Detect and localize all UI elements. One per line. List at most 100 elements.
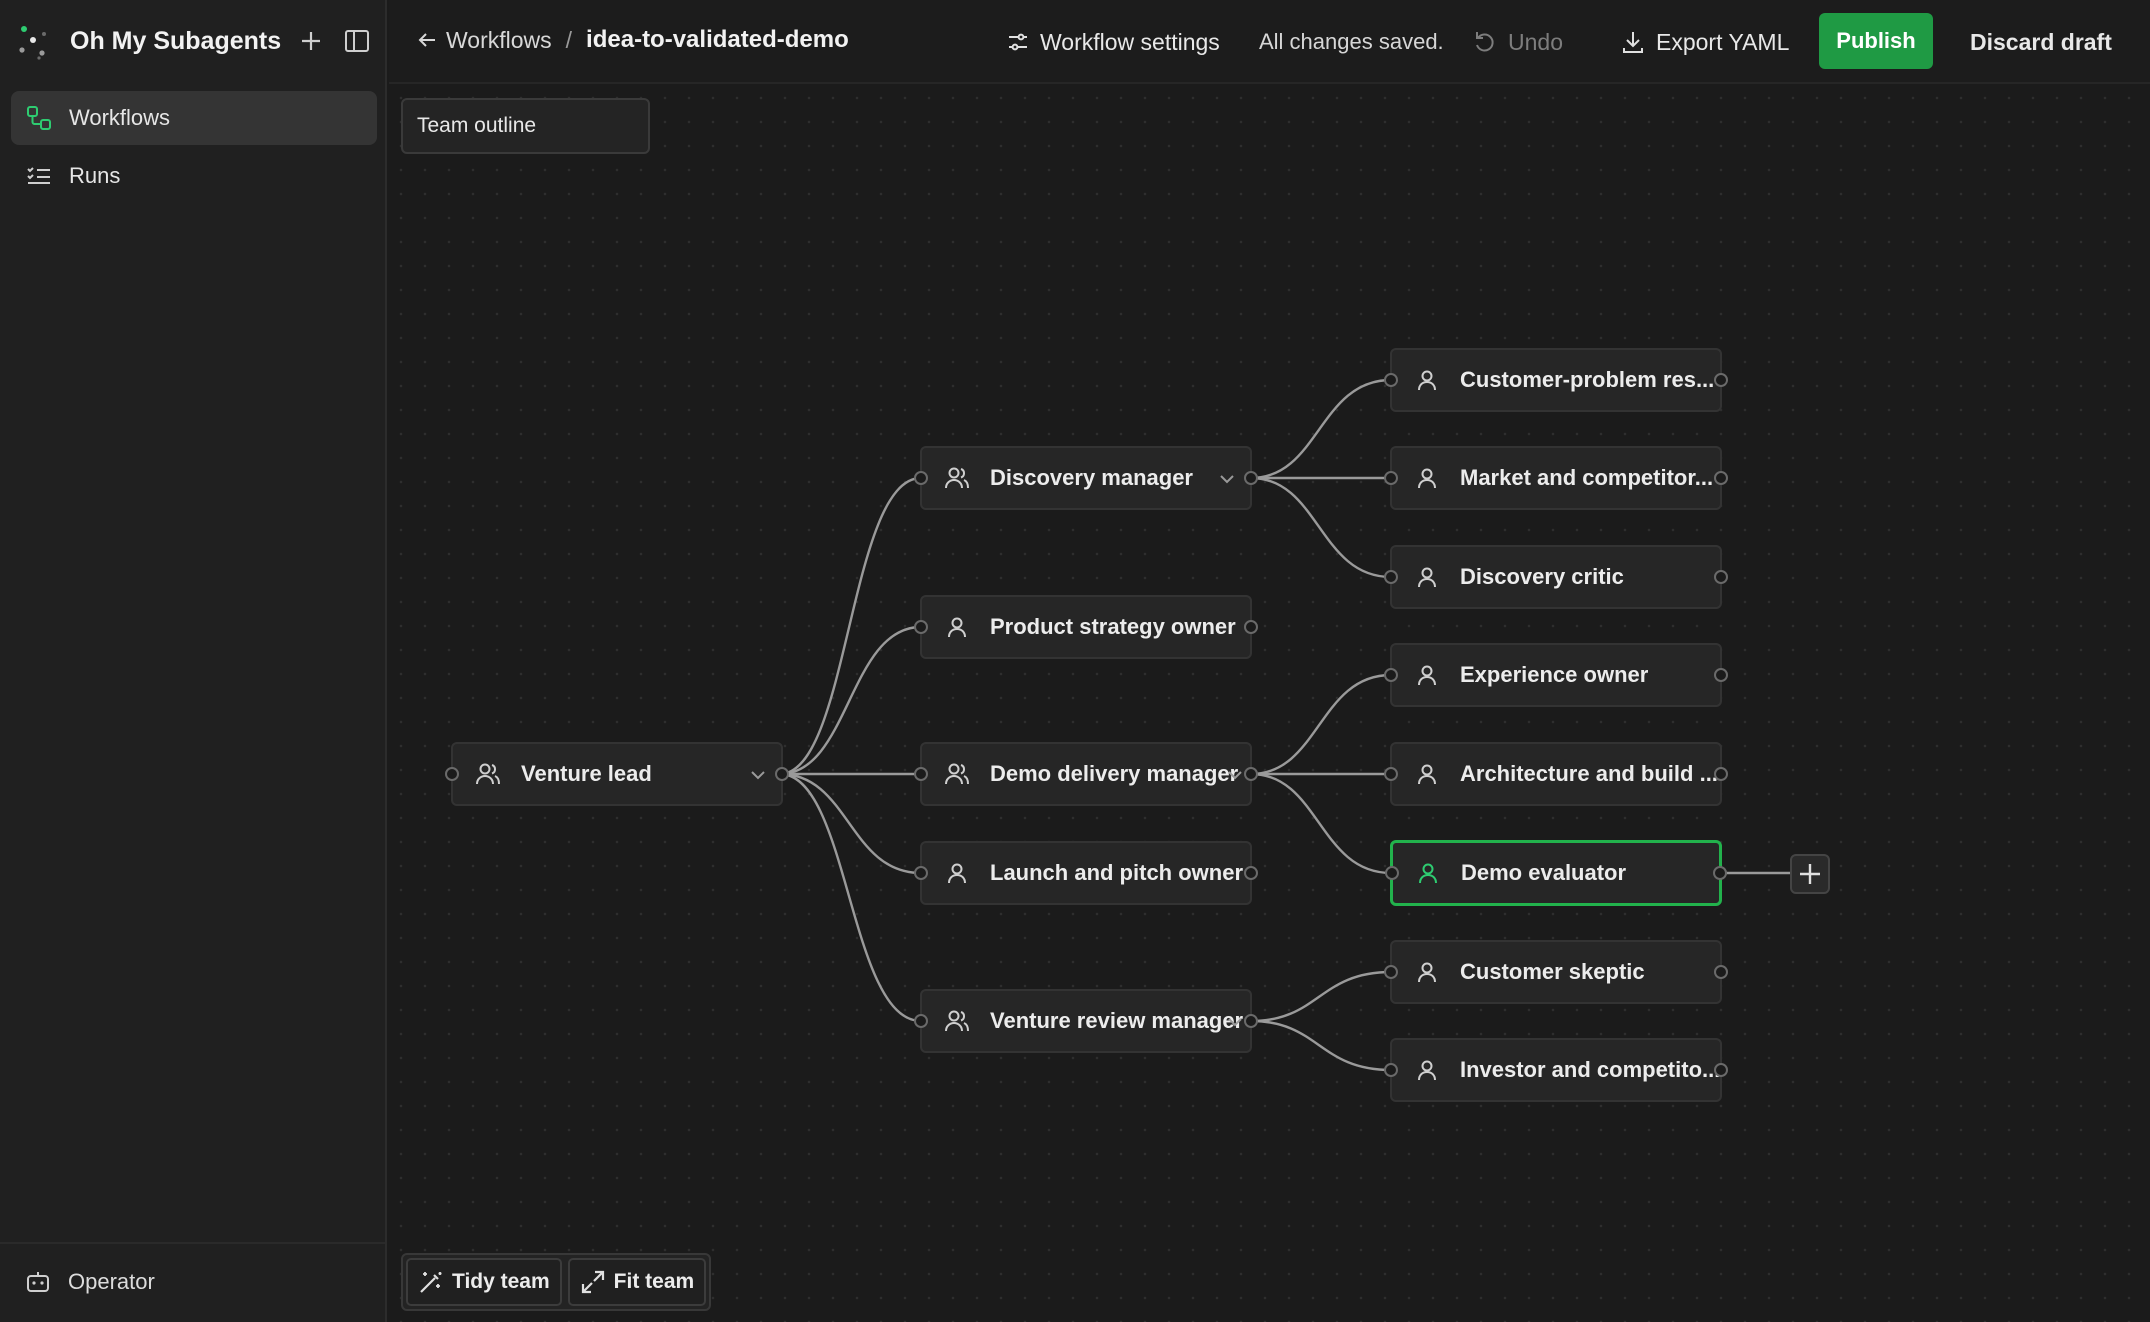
node-launch-and-pitch-owner[interactable]: Launch and pitch owner [914, 841, 1258, 905]
fit-team-label: Fit team [613, 1270, 695, 1293]
input-port[interactable] [445, 767, 459, 781]
output-port[interactable] [1714, 668, 1728, 682]
input-port[interactable] [1384, 965, 1398, 979]
add-agent-button[interactable] [1790, 854, 1830, 894]
top-bar: Workflows / idea-to-validated-demo Workf… [389, 0, 2150, 84]
input-port[interactable] [1384, 373, 1398, 387]
edge-venture-to-review [779, 772, 922, 1023]
tidy-team-label: Tidy team [452, 1270, 550, 1293]
undo-label: Undo [1508, 28, 1563, 55]
output-port[interactable] [1244, 1014, 1258, 1028]
export-yaml-label: Export YAML [1656, 28, 1790, 55]
edge-discovery-to-critic [1250, 476, 1392, 579]
team-icon [942, 1006, 972, 1036]
input-port[interactable] [1384, 1063, 1398, 1077]
input-port[interactable] [914, 866, 928, 880]
bot-icon [27, 1272, 49, 1292]
breadcrumb-parent: Workflows [446, 26, 552, 53]
edge-layer [779, 378, 1790, 1072]
node-label: Architecture and build ... [1460, 761, 1718, 786]
team-icon [942, 463, 972, 493]
node-label: Product strategy owner [990, 614, 1236, 639]
output-port[interactable] [1244, 620, 1258, 634]
output-port[interactable] [1244, 767, 1258, 781]
input-port[interactable] [914, 1014, 928, 1028]
node-investor-and-competitor[interactable]: Investor and competito... [1384, 1038, 1728, 1102]
node-demo-evaluator[interactable]: Demo evaluator [1385, 840, 1727, 906]
person-icon [1412, 562, 1442, 592]
output-port[interactable] [1714, 965, 1728, 979]
node-customer-problem-researcher[interactable]: Customer-problem res... [1384, 348, 1728, 412]
node-label: Market and competitor... [1460, 465, 1714, 490]
node-label: Demo evaluator [1461, 860, 1627, 885]
breadcrumb: Workflows / idea-to-validated-demo [416, 26, 849, 54]
output-port[interactable] [1714, 471, 1728, 485]
node-experience-owner[interactable]: Experience owner [1384, 643, 1728, 707]
edge-review-to-investor [1250, 1019, 1392, 1072]
node-architecture-and-build[interactable]: Architecture and build ... [1384, 742, 1728, 806]
input-port[interactable] [1385, 866, 1399, 880]
operator-button[interactable]: Operator [24, 1268, 155, 1296]
input-port[interactable] [1384, 668, 1398, 682]
chevron-down-icon[interactable] [1216, 468, 1238, 490]
input-port[interactable] [1384, 570, 1398, 584]
operator-label: Operator [68, 1269, 155, 1294]
new-workflow-plus-icon[interactable] [294, 24, 328, 58]
chevron-down-icon[interactable] [1224, 1011, 1246, 1033]
edge-demo-to-experience [1250, 673, 1392, 776]
node-venture-review-manager[interactable]: Venture review manager [914, 989, 1258, 1053]
toggle-sidebar-icon[interactable] [340, 24, 374, 58]
node-discovery-manager[interactable]: Discovery manager [914, 446, 1258, 510]
node-label: Venture lead [521, 761, 652, 786]
node-label: Launch and pitch owner [990, 860, 1244, 885]
node-label: Experience owner [1460, 662, 1649, 687]
output-port[interactable] [1714, 570, 1728, 584]
undo-button[interactable]: Undo [1472, 14, 1563, 70]
discard-draft-button[interactable]: Discard draft [1970, 14, 2112, 70]
output-port[interactable] [1713, 866, 1727, 880]
output-port[interactable] [1714, 373, 1728, 387]
export-yaml-button[interactable]: Export YAML [1620, 14, 1789, 70]
breadcrumb-current: idea-to-validated-demo [586, 26, 849, 53]
node-discovery-critic[interactable]: Discovery critic [1384, 545, 1728, 609]
workflow-settings-button[interactable]: Workflow settings [1006, 14, 1220, 70]
chevron-down-icon[interactable] [1224, 764, 1246, 786]
publish-button[interactable]: Publish [1819, 13, 1933, 69]
person-icon [1413, 858, 1443, 888]
breadcrumb-separator: / [565, 26, 573, 53]
edge-venture-to-discovery [779, 476, 922, 776]
fit-team-button[interactable]: Fit team [567, 1258, 707, 1306]
arrow-left-icon [418, 33, 435, 47]
node-product-strategy-owner[interactable]: Product strategy owner [914, 595, 1258, 659]
node-customer-skeptic[interactable]: Customer skeptic [1384, 940, 1728, 1004]
chevron-down-icon[interactable] [747, 764, 769, 786]
node-market-and-competitor[interactable]: Market and competitor... [1384, 446, 1728, 510]
sidebar-item-label: Runs [69, 163, 121, 188]
output-port[interactable] [1714, 767, 1728, 781]
person-icon [1412, 759, 1442, 789]
node-label: Discovery manager [990, 465, 1193, 490]
tidy-team-button[interactable]: Tidy team [406, 1258, 562, 1306]
person-icon [1412, 365, 1442, 395]
plus-icon [1800, 864, 1820, 884]
input-port[interactable] [914, 767, 928, 781]
input-port[interactable] [1384, 767, 1398, 781]
input-port[interactable] [1384, 471, 1398, 485]
node-demo-delivery-manager[interactable]: Demo delivery manager [914, 742, 1258, 806]
node-label: Demo delivery manager [990, 761, 1239, 786]
brand-bar: Oh My Subagents [14, 16, 374, 66]
output-port[interactable] [1714, 1063, 1728, 1077]
output-port[interactable] [1244, 866, 1258, 880]
sidebar-item-runs[interactable]: Runs [11, 149, 377, 203]
input-port[interactable] [914, 471, 928, 485]
output-port[interactable] [1244, 471, 1258, 485]
person-icon [1412, 1055, 1442, 1085]
sidebar-item-workflows[interactable]: Workflows [11, 91, 377, 145]
node-label: Customer-problem res... [1460, 367, 1715, 392]
node-venture-lead[interactable]: Venture lead [445, 742, 789, 806]
output-port[interactable] [775, 767, 789, 781]
input-port[interactable] [914, 620, 928, 634]
back-to-workflows-link[interactable]: Workflows [416, 27, 552, 54]
edge-discovery-to-customer-problem [1250, 378, 1392, 480]
workflow-canvas[interactable]: Team outline Venture lead Discovery mana… [389, 86, 2150, 1322]
